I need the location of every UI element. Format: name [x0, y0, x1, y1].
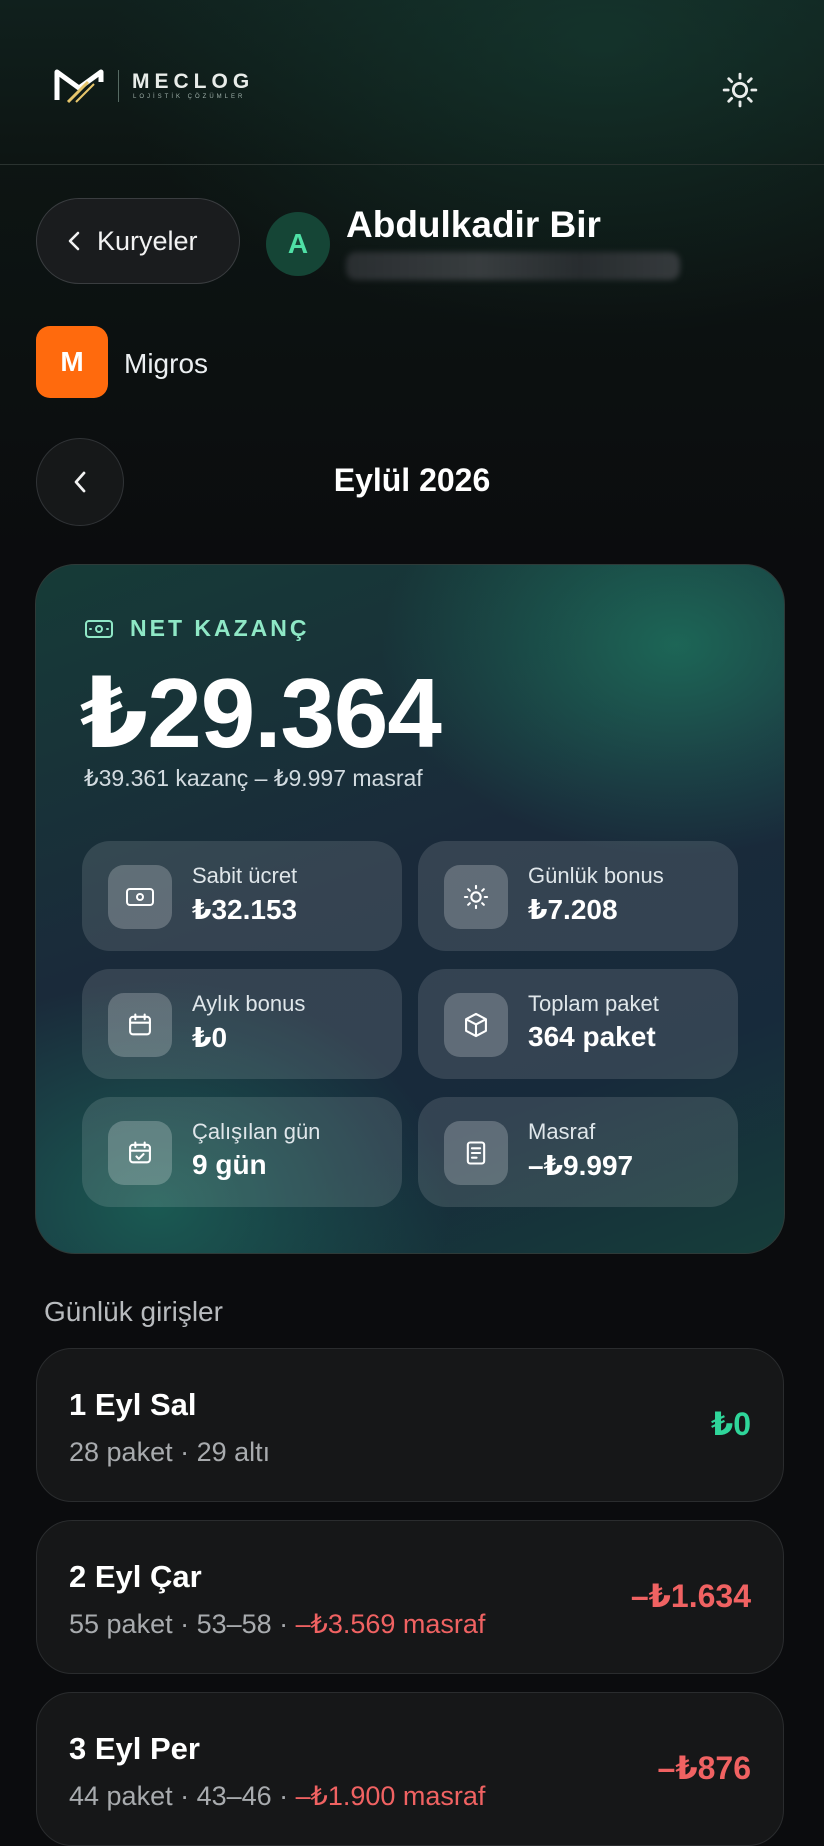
stat-value: 364 paket [528, 1021, 656, 1052]
stat-value: ₺0 [192, 1022, 228, 1053]
daily-entry[interactable]: 2 Eyl Çar 55 paket · 53–58 · –₺3.569 mas… [36, 1520, 784, 1674]
stat-tile-fixed-fee: Sabit ücret ₺32.153 [82, 841, 402, 951]
stat-value: ₺32.153 [192, 894, 298, 925]
stat-label: Sabit ücret [192, 863, 298, 888]
stat-label: Günlük bonus [528, 863, 664, 888]
app-header: MECLOG LOJİSTİK ÇÖZÜMLER [0, 4, 824, 165]
entry-date: 1 Eyl Sal [69, 1387, 197, 1422]
entry-detail: 55 paket · 53–58 · –₺3.569 masraf [69, 1609, 486, 1639]
stat-value: ₺7.208 [528, 894, 618, 925]
daily-entry[interactable]: 1 Eyl Sal 28 paket · 29 altı ₺0 [36, 1348, 784, 1502]
net-earnings-breakdown: ₺39.361 kazanç – ₺9.997 masraf [84, 765, 423, 791]
brand-tagline: LOJİSTİK ÇÖZÜMLER [133, 94, 246, 100]
back-to-couriers-button[interactable]: Kuryeler [36, 198, 240, 284]
money-icon [108, 865, 172, 929]
courier-name: Abdulkadir Bir [346, 204, 601, 245]
entry-amount: –₺1.634 [630, 1578, 751, 1614]
stat-label: Aylık bonus [192, 991, 306, 1016]
daily-entries-title: Günlük girişler [44, 1296, 223, 1327]
entry-amount: –₺876 [657, 1750, 751, 1786]
net-earnings-label: NET KAZANÇ [84, 615, 310, 642]
entry-expense: –₺3.569 masraf [295, 1609, 486, 1639]
brand-name: MECLOG [132, 70, 255, 93]
sun-icon [444, 865, 508, 929]
stat-tile-total-packages: Toplam paket 364 paket [418, 969, 738, 1079]
theme-toggle-button[interactable] [716, 66, 764, 114]
entry-date: 3 Eyl Per [69, 1731, 200, 1766]
money-icon [85, 619, 113, 638]
platform-name: Migros [124, 348, 209, 379]
entry-detail: 44 paket · 43–46 · –₺1.900 masraf [69, 1781, 486, 1811]
sun-icon [722, 72, 758, 108]
stat-tile-worked-days: Çalışılan gün 9 gün [82, 1097, 402, 1207]
receipt-icon [444, 1121, 508, 1185]
back-button-label: Kuryeler [97, 225, 198, 256]
platform-badge: M [36, 326, 108, 398]
calendar-icon [108, 993, 172, 1057]
chevron-left-icon [68, 231, 80, 251]
stat-value: –₺9.997 [528, 1150, 634, 1181]
net-earnings-card: NET KAZANÇ ₺29.364 ₺39.361 kazanç – ₺9.9… [35, 564, 785, 1254]
stat-tile-expense: Masraf –₺9.997 [418, 1097, 738, 1207]
package-icon [444, 993, 508, 1057]
net-earnings-title: NET KAZANÇ [130, 615, 310, 641]
daily-entry[interactable]: 3 Eyl Per 44 paket · 43–46 · –₺1.900 mas… [36, 1692, 784, 1846]
calendar-check-icon [108, 1121, 172, 1185]
stat-value: 9 gün [192, 1149, 267, 1180]
stat-tile-monthly-bonus: Aylık bonus ₺0 [82, 969, 402, 1079]
entry-amount: ₺0 [710, 1406, 751, 1442]
month-title: Eylül 2026 [333, 462, 491, 498]
stat-label: Toplam paket [528, 991, 659, 1016]
entry-expense: –₺1.900 masraf [295, 1781, 486, 1811]
stat-label: Masraf [528, 1119, 596, 1144]
entry-date: 2 Eyl Çar [69, 1559, 202, 1594]
stat-tile-daily-bonus: Günlük bonus ₺7.208 [418, 841, 738, 951]
courier-avatar: A [266, 212, 330, 276]
stat-label: Çalışılan gün [192, 1119, 321, 1144]
logo-separator [118, 70, 119, 102]
courier-subtitle-redacted [346, 252, 680, 280]
net-earnings-value: ₺29.364 [80, 658, 442, 768]
meclog-logo-icon [54, 69, 104, 104]
entry-detail: 28 paket · 29 altı [69, 1437, 271, 1467]
